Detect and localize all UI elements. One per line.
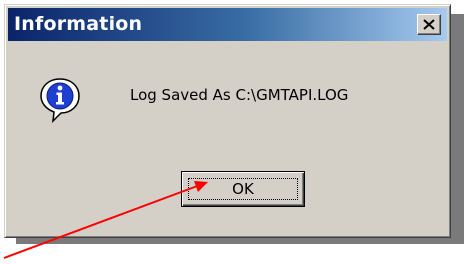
ok-button[interactable]: OK: [181, 171, 305, 207]
close-icon: [423, 19, 435, 30]
dialog-title: Information: [14, 13, 143, 35]
close-button[interactable]: [417, 14, 441, 35]
message-text: Log Saved As C:\GMTAPI.LOG: [130, 86, 349, 104]
information-dialog: Information Log Saved As C:\GMTAPI.LOG O…: [4, 4, 451, 238]
screenshot-stage: Information Log Saved As C:\GMTAPI.LOG O…: [0, 0, 471, 264]
info-icon: [40, 78, 80, 123]
ok-button-label: OK: [232, 180, 254, 198]
title-bar[interactable]: Information: [8, 8, 447, 41]
